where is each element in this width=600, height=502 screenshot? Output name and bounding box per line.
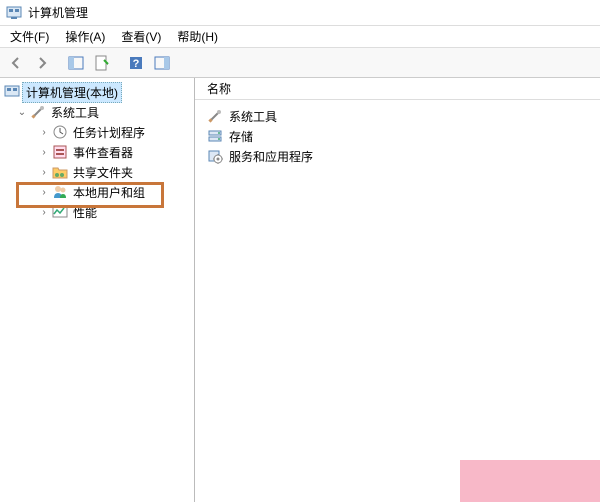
tree-local-users-groups[interactable]: › 本地用户和组 [2, 182, 192, 202]
forward-button[interactable] [30, 51, 54, 75]
computer-management-icon [4, 84, 20, 100]
collapse-icon[interactable]: ⌄ [16, 106, 28, 118]
expand-icon[interactable]: › [38, 206, 50, 218]
column-name: 名称 [207, 80, 231, 97]
menu-view[interactable]: 查看(V) [115, 26, 167, 47]
menu-file[interactable]: 文件(F) [4, 26, 55, 47]
app-icon [6, 5, 22, 21]
show-hide-tree-button[interactable] [64, 51, 88, 75]
tree-system-tools-label: 系统工具 [48, 103, 102, 122]
list-item-system-tools[interactable]: 系统工具 [203, 106, 592, 126]
shared-folders-icon [52, 164, 68, 180]
window-title: 计算机管理 [28, 4, 88, 21]
tree-shared-folders-label: 共享文件夹 [70, 163, 136, 182]
event-viewer-icon [52, 144, 68, 160]
users-groups-icon [52, 184, 68, 200]
tree-local-users-groups-label: 本地用户和组 [70, 183, 148, 202]
back-button[interactable] [4, 51, 28, 75]
tree-shared-folders[interactable]: › 共享文件夹 [2, 162, 192, 182]
tree-root-computer-management[interactable]: 计算机管理(本地) [2, 82, 192, 102]
list-header[interactable]: 名称 [195, 78, 600, 100]
tree-system-tools[interactable]: ⌄ 系统工具 [2, 102, 192, 122]
list-pane: 名称 系统工具 存储 服务和应用程序 [195, 78, 600, 502]
tree-task-scheduler[interactable]: › 任务计划程序 [2, 122, 192, 142]
svg-text:?: ? [133, 58, 140, 70]
toolbar: ? [0, 48, 600, 78]
performance-icon [52, 204, 68, 220]
help-button[interactable]: ? [124, 51, 148, 75]
list-item-services-apps[interactable]: 服务和应用程序 [203, 146, 592, 166]
storage-icon [207, 128, 223, 144]
expand-icon[interactable]: › [38, 126, 50, 138]
tree-root-label: 计算机管理(本地) [22, 82, 122, 103]
tools-icon [207, 108, 223, 124]
tree-event-viewer-label: 事件查看器 [70, 143, 136, 162]
tree-performance-label: 性能 [70, 203, 100, 222]
show-hide-action-pane-button[interactable] [150, 51, 174, 75]
expand-icon[interactable]: › [38, 146, 50, 158]
expand-icon[interactable]: › [38, 186, 50, 198]
tree-performance[interactable]: › 性能 [2, 202, 192, 222]
list-item-label: 存储 [229, 128, 253, 145]
list-body: 系统工具 存储 服务和应用程序 [195, 100, 600, 172]
menu-action[interactable]: 操作(A) [59, 26, 111, 47]
main-content: 计算机管理(本地) ⌄ 系统工具 › 任务计划程序 › 事件查看器 › [0, 78, 600, 502]
list-item-label: 服务和应用程序 [229, 148, 313, 165]
expand-icon[interactable]: › [38, 166, 50, 178]
tree-pane: 计算机管理(本地) ⌄ 系统工具 › 任务计划程序 › 事件查看器 › [0, 78, 195, 502]
menubar: 文件(F) 操作(A) 查看(V) 帮助(H) [0, 26, 600, 48]
list-item-label: 系统工具 [229, 108, 277, 125]
properties-button[interactable] [90, 51, 114, 75]
pink-overlay [460, 460, 600, 502]
clock-icon [52, 124, 68, 140]
services-icon [207, 148, 223, 164]
titlebar: 计算机管理 [0, 0, 600, 26]
tree-event-viewer[interactable]: › 事件查看器 [2, 142, 192, 162]
tools-icon [30, 104, 46, 120]
tree-task-scheduler-label: 任务计划程序 [70, 123, 148, 142]
menu-help[interactable]: 帮助(H) [171, 26, 224, 47]
list-item-storage[interactable]: 存储 [203, 126, 592, 146]
